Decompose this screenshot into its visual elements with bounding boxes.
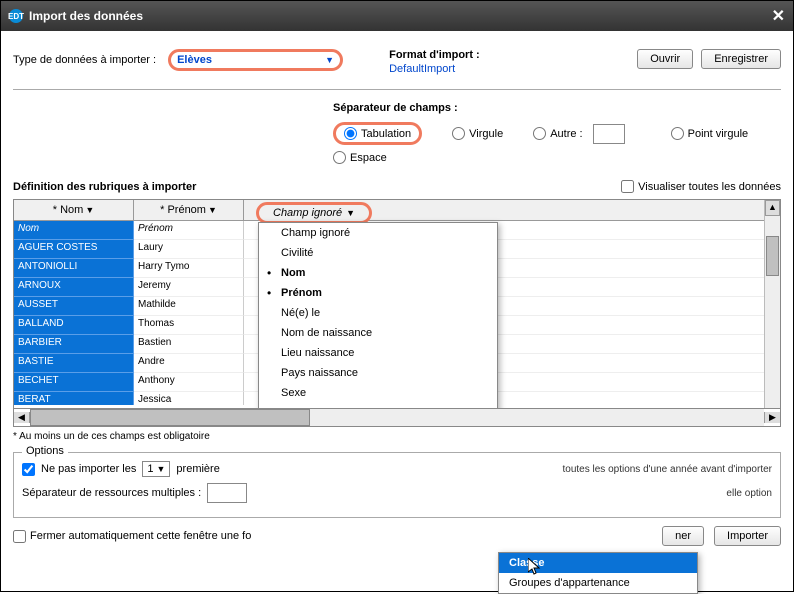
- sep-res-label: Séparateur de ressources multiples :: [22, 487, 201, 499]
- cell-prenom: Thomas: [134, 316, 244, 335]
- app-icon: EDT: [9, 9, 23, 23]
- radio-point-virgule[interactable]: Point virgule: [671, 127, 749, 140]
- cell-nom: ARNOUX: [14, 278, 134, 297]
- radio-tabulation[interactable]: Tabulation: [333, 122, 422, 145]
- chevron-down-icon: ▼: [346, 208, 355, 218]
- menu-civilite[interactable]: Civilité: [259, 243, 497, 263]
- cell-nom: BALLAND: [14, 316, 134, 335]
- options-group: Options Ne pas importer les 1▼ première …: [13, 452, 781, 518]
- vertical-scrollbar[interactable]: ▲: [764, 200, 780, 408]
- menu-nom[interactable]: Nom: [259, 263, 497, 283]
- window-title: Import des données: [29, 9, 772, 23]
- options-hint2: elle option: [726, 488, 772, 499]
- type-dropdown[interactable]: Elèves ▼: [168, 49, 343, 71]
- menu-ne-le[interactable]: Né(e) le: [259, 303, 497, 323]
- sep-res-input[interactable]: [207, 483, 247, 503]
- save-button[interactable]: Enregistrer: [701, 49, 781, 69]
- data-grid: * Nom▼ * Prénom▼ Champ ignoré ▼ NomPréno…: [13, 199, 781, 409]
- cell-nom: BARBIER: [14, 335, 134, 354]
- scroll-left-icon[interactable]: ◀: [14, 412, 30, 423]
- close-icon[interactable]: ✕: [772, 6, 785, 26]
- autre-input[interactable]: [593, 124, 625, 144]
- importer-button[interactable]: Importer: [714, 526, 781, 546]
- cell-prenom: Jeremy: [134, 278, 244, 297]
- format-label: Format d'import :: [389, 49, 480, 61]
- open-button[interactable]: Ouvrir: [637, 49, 693, 69]
- cell-prenom: Mathilde: [134, 297, 244, 316]
- options-legend: Options: [22, 445, 68, 457]
- champ-ignore-dropdown[interactable]: Champ ignoré ▼: [256, 202, 372, 224]
- visualiser-checkbox[interactable]: Visualiser toutes les données: [621, 180, 781, 193]
- fermer-button[interactable]: ner: [662, 526, 704, 546]
- options-hint1: toutes les options d'une année avant d'i…: [562, 464, 772, 475]
- cell-prenom: Laury: [134, 240, 244, 259]
- scroll-thumb[interactable]: [766, 236, 779, 276]
- cell-prenom: Harry Tymo: [134, 259, 244, 278]
- type-value: Elèves: [177, 54, 212, 66]
- cell-nom: AGUER COSTES: [14, 240, 134, 259]
- submenu-classe[interactable]: Classe: [499, 553, 697, 573]
- cell-prenom: Bastien: [134, 335, 244, 354]
- type-label: Type de données à importer :: [13, 54, 156, 66]
- menu-nom-naissance[interactable]: Nom de naissance: [259, 323, 497, 343]
- field-menu[interactable]: Champ ignoré Civilité Nom Prénom Né(e) l…: [258, 222, 498, 409]
- scroll-up-icon[interactable]: ▲: [765, 200, 780, 216]
- horizontal-scrollbar[interactable]: ◀ ▶: [13, 409, 781, 427]
- cell-nom: ANTONIOLLI: [14, 259, 134, 278]
- subheader-nom: Nom: [14, 221, 134, 240]
- separator-title: Séparateur de champs :: [333, 102, 781, 114]
- scroll-right-icon[interactable]: ▶: [764, 412, 780, 423]
- hscroll-thumb[interactable]: [30, 409, 310, 426]
- definition-title: Définition des rubriques à importer: [13, 181, 196, 193]
- obligatory-note: * Au moins un de ces champs est obligato…: [13, 427, 781, 446]
- header-nom[interactable]: * Nom▼: [14, 200, 134, 221]
- chevron-down-icon: ▼: [325, 55, 334, 65]
- subheader-prenom: Prénom: [134, 221, 244, 240]
- menu-prenom[interactable]: Prénom: [259, 283, 497, 303]
- cell-prenom: Anthony: [134, 373, 244, 392]
- cell-nom: BASTIE: [14, 354, 134, 373]
- cell-prenom: Jessica: [134, 392, 244, 405]
- cell-nom: BERAT: [14, 392, 134, 405]
- header-prenom[interactable]: * Prénom▼: [134, 200, 244, 221]
- submenu-annee-en-cours[interactable]: Classe Groupes d'appartenance: [498, 552, 698, 594]
- cell-nom: AUSSET: [14, 297, 134, 316]
- menu-lieu-naissance[interactable]: Lieu naissance: [259, 343, 497, 363]
- cell-prenom: Andre: [134, 354, 244, 373]
- radio-tabulation-input[interactable]: [344, 127, 357, 140]
- ne-pas-importer-checkbox[interactable]: [22, 463, 35, 476]
- radio-virgule[interactable]: Virgule: [452, 127, 503, 140]
- menu-champ-ignore[interactable]: Champ ignoré: [259, 223, 497, 243]
- submenu-groupes[interactable]: Groupes d'appartenance: [499, 573, 697, 593]
- radio-espace[interactable]: Espace: [333, 151, 387, 164]
- ne-pas-label: Ne pas importer les: [41, 463, 136, 475]
- format-value[interactable]: DefaultImport: [389, 63, 480, 75]
- lines-count-select[interactable]: 1▼: [142, 461, 170, 477]
- titlebar: EDT Import des données ✕: [1, 1, 793, 31]
- radio-autre[interactable]: Autre :: [533, 124, 624, 144]
- premieres-label: première: [176, 463, 219, 475]
- fermer-auto-checkbox[interactable]: Fermer automatiquement cette fenêtre une…: [13, 530, 251, 543]
- cell-nom: BECHET: [14, 373, 134, 392]
- menu-sexe[interactable]: Sexe: [259, 383, 497, 403]
- menu-pays-naissance[interactable]: Pays naissance: [259, 363, 497, 383]
